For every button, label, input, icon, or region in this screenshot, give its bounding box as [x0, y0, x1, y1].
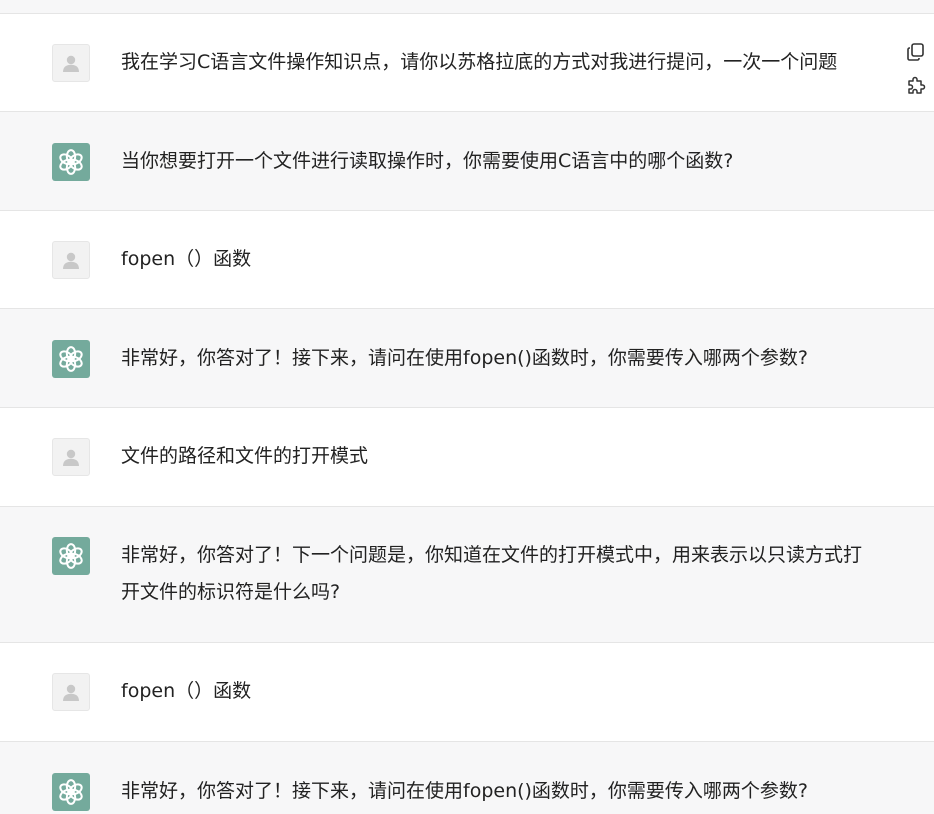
openai-logo-icon — [59, 149, 83, 175]
message-text: 非常好，你答对了！接下来，请问在使用fopen()函数时，你需要传入哪两个参数? — [121, 780, 809, 802]
message-tools — [904, 40, 930, 104]
user-silhouette-icon — [63, 252, 79, 269]
previous-message-edge — [0, 0, 934, 14]
user-silhouette-icon — [63, 55, 79, 72]
chat-transcript: 我在学习C语言文件操作知识点，请你以苏格拉底的方式对我进行提问，一次一个问题 当… — [0, 0, 934, 814]
openai-logo-icon — [59, 779, 83, 805]
message-text: fopen（）函数 — [121, 248, 252, 270]
openai-logo-icon — [59, 346, 83, 372]
user-silhouette-icon — [63, 684, 79, 701]
assistant-avatar — [52, 143, 90, 181]
message-text: 当你想要打开一个文件进行读取操作时，你需要使用C语言中的哪个函数? — [121, 150, 734, 172]
user-avatar — [52, 241, 90, 279]
user-message: 文件的路径和文件的打开模式 — [0, 408, 934, 507]
user-avatar — [52, 673, 90, 711]
message-text: 非常好，你答对了！接下来，请问在使用fopen()函数时，你需要传入哪两个参数? — [121, 347, 809, 369]
user-silhouette-icon — [63, 449, 79, 466]
message-text: 非常好，你答对了！下一个问题是，你知道在文件的打开模式中，用来表示以只读方式打开… — [121, 544, 863, 603]
puzzle-icon[interactable] — [904, 72, 928, 96]
assistant-message: 非常好，你答对了！下一个问题是，你知道在文件的打开模式中，用来表示以只读方式打开… — [0, 507, 934, 643]
user-message: 我在学习C语言文件操作知识点，请你以苏格拉底的方式对我进行提问，一次一个问题 — [0, 14, 934, 112]
assistant-message: 当你想要打开一个文件进行读取操作时，你需要使用C语言中的哪个函数? — [0, 112, 934, 211]
assistant-avatar — [52, 340, 90, 378]
message-text: fopen（）函数 — [121, 680, 252, 702]
user-avatar — [52, 44, 90, 82]
copy-icon[interactable] — [904, 40, 928, 64]
user-message: fopen（）函数 — [0, 211, 934, 309]
assistant-message: 非常好，你答对了！接下来，请问在使用fopen()函数时，你需要传入哪两个参数? — [0, 309, 934, 408]
message-text: 我在学习C语言文件操作知识点，请你以苏格拉底的方式对我进行提问，一次一个问题 — [121, 51, 838, 73]
assistant-message: 非常好，你答对了！接下来，请问在使用fopen()函数时，你需要传入哪两个参数? — [0, 742, 934, 814]
message-text: 文件的路径和文件的打开模式 — [121, 445, 369, 467]
user-message: fopen（）函数 — [0, 643, 934, 742]
assistant-avatar — [52, 537, 90, 575]
user-avatar — [52, 438, 90, 476]
openai-logo-icon — [59, 543, 83, 569]
assistant-avatar — [52, 773, 90, 811]
